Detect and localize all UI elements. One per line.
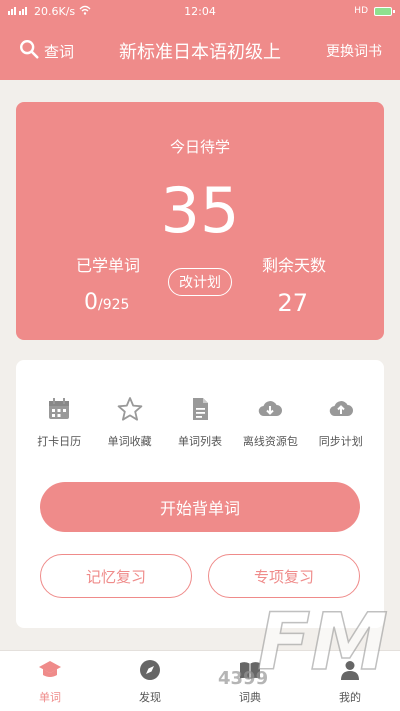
tool-row: 打卡日历 单词收藏 单词列表 离线资源包 同步计划 (16, 396, 384, 449)
graduation-cap-icon (38, 658, 62, 685)
change-plan-button[interactable]: 改计划 (168, 268, 232, 296)
learned-total: /925 (98, 297, 130, 313)
remaining-label: 剩余天数 (261, 256, 326, 275)
today-label: 今日待学 (169, 138, 230, 156)
app-header: 查词 新标准日本语初级上 更换词书 (0, 22, 400, 80)
learned-value: 0/925 (84, 290, 129, 315)
nav-label: 我的 (339, 690, 361, 704)
tool-label: 单词列表 (177, 435, 222, 448)
nav-label: 单词 (39, 690, 61, 704)
nav-profile[interactable]: 我的 (315, 658, 385, 705)
book-icon (238, 658, 262, 685)
compass-icon (138, 658, 162, 685)
nav-label: 发现 (139, 690, 161, 704)
calendar-icon (46, 396, 72, 425)
learned-count: 0 (84, 290, 98, 315)
tool-label: 同步计划 (318, 435, 363, 448)
search-label: 查词 (44, 42, 75, 61)
book-title: 新标准日本语初级上 (119, 42, 281, 63)
today-count: 35 (160, 174, 240, 247)
tool-label: 打卡日历 (37, 435, 82, 448)
hd-call-icon: HD (354, 6, 368, 16)
wifi-icon (79, 5, 91, 18)
network-speed: 20.6K/s (34, 4, 76, 18)
search-button[interactable]: 查词 (18, 38, 74, 64)
tool-checkin-calendar[interactable]: 打卡日历 (26, 396, 92, 449)
nav-discover[interactable]: 发现 (115, 658, 185, 705)
tool-offline-pack[interactable]: 离线资源包 (237, 396, 303, 449)
star-icon (117, 396, 143, 425)
cloud-upload-icon (328, 396, 354, 425)
learned-label: 已学单词 (76, 256, 141, 275)
nav-dictionary[interactable]: 词典 (215, 658, 285, 705)
search-icon (18, 38, 40, 64)
tool-word-list[interactable]: 单词列表 (167, 396, 233, 449)
signal-icon (8, 5, 30, 18)
tool-label: 单词收藏 (107, 435, 152, 448)
remaining-days: 27 (277, 289, 308, 317)
status-left: 20.6K/s (8, 5, 354, 18)
cloud-download-icon (257, 396, 283, 425)
nav-words[interactable]: 单词 (15, 658, 85, 705)
tool-sync-plan[interactable]: 同步计划 (308, 396, 374, 449)
tool-word-favorites[interactable]: 单词收藏 (97, 396, 163, 449)
special-review-button[interactable]: 专项复习 (208, 554, 360, 598)
tool-label: 离线资源包 (242, 435, 298, 448)
memory-review-button[interactable]: 记忆复习 (40, 554, 192, 598)
start-learning-button[interactable]: 开始背单词 (40, 482, 360, 532)
battery-icon (374, 6, 395, 16)
bottom-nav: 单词 发现 词典 我的 (0, 650, 400, 711)
nav-label: 词典 (239, 690, 261, 704)
status-right: HD (354, 6, 395, 16)
stats-card: 今日待学 35 已学单词 0/925 改计划 剩余天数 27 (16, 102, 384, 340)
status-bar: 20.6K/s 12:04 HD (0, 0, 400, 22)
switch-book-button[interactable]: 更换词书 (326, 41, 382, 61)
person-icon (338, 658, 362, 685)
action-card: 打卡日历 单词收藏 单词列表 离线资源包 同步计划 开始背单词 记忆复习 专项复… (16, 360, 384, 628)
document-icon (187, 396, 213, 425)
